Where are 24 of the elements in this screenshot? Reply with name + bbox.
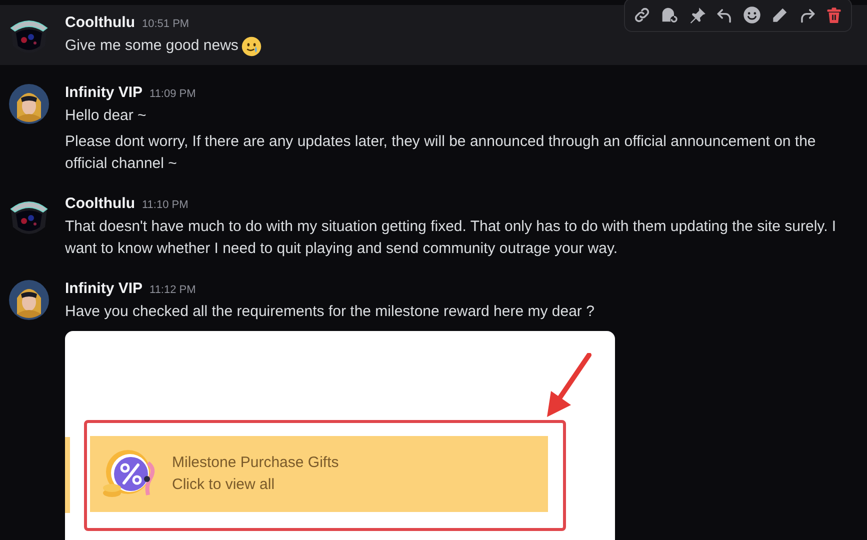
author-name[interactable]: Coolthulu [65,12,135,34]
message-text: Give me some good news [65,36,238,56]
banner-subtitle: Click to view all [172,476,276,494]
link-icon[interactable] [633,6,652,24]
message-timestamp: 11:09 PM [150,87,196,102]
message-timestamp: 11:10 PM [142,198,188,213]
emoji-icon[interactable] [742,5,762,25]
message-text: Hello dear ~ [65,106,146,126]
message-text: That doesn't have much to do with my situation getting fixed. That only has to do with them updating the site surely. I want to know whether I need to quit playing and send community outrage your way. [65,217,838,259]
message-text: Have you checked all the requirements for the milestone reward here my dear ? [65,302,594,322]
author-name[interactable]: Infinity VIP [65,278,143,300]
message-timestamp: 11:12 PM [150,283,196,298]
milestone-banner[interactable]: Milestone Purchase Gifts Click to view all [90,436,548,512]
author-name[interactable]: Infinity VIP [65,82,143,104]
pencil-icon[interactable] [770,6,790,24]
message-text: Please dont worry, If there are any updates later, they will be announced through an official announcement on the official channel ~ [65,132,817,174]
avatar-character[interactable] [9,84,49,124]
banner-title: Milestone Purchase Gifts [172,454,339,472]
author-name[interactable]: Coolthulu [65,193,135,215]
pin-icon[interactable] [688,6,707,24]
image-attachment[interactable]: Milestone Purchase Gifts Click to view all [65,331,615,540]
trash-icon[interactable] [824,6,843,24]
avatar-character[interactable] [9,280,49,320]
message-timestamp: 10:51 PM [142,17,190,32]
